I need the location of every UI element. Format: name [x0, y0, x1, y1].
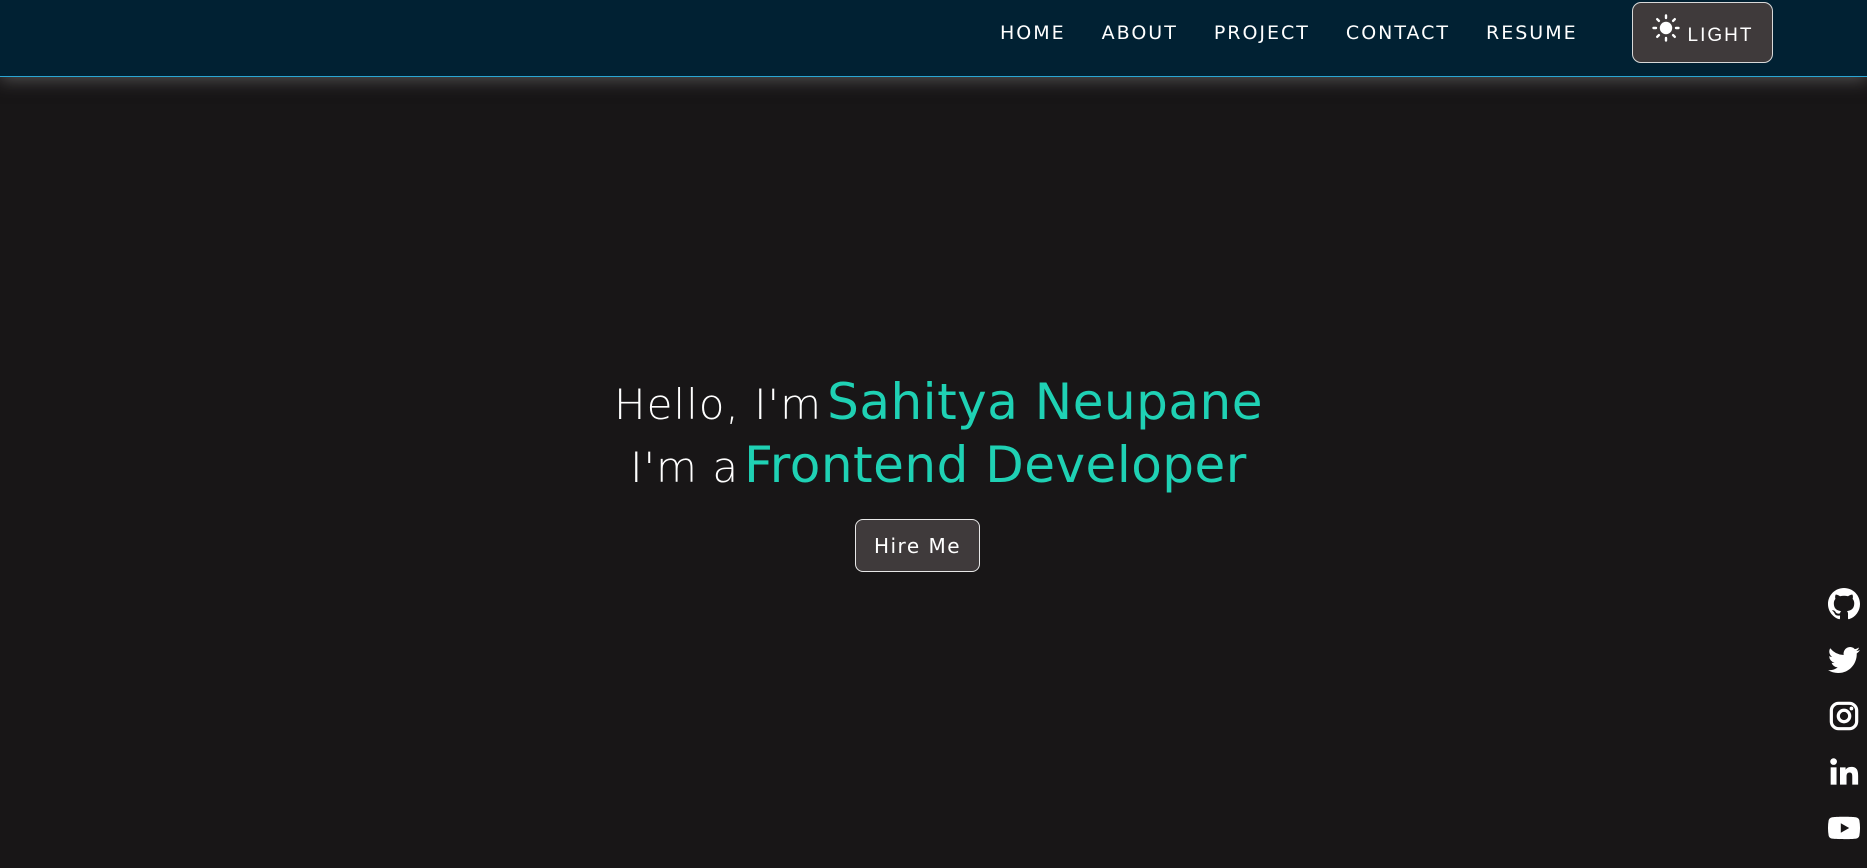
instagram-icon[interactable] [1828, 700, 1860, 732]
hero-role: Frontend Developer [744, 436, 1247, 494]
hire-me-button[interactable]: Hire Me [855, 519, 980, 572]
greeting-text: Hello, I'm [614, 380, 823, 429]
sun-icon [1651, 13, 1680, 42]
hero-role-line: I'm a Frontend Developer [0, 436, 1867, 494]
social-links [1828, 588, 1862, 868]
nav-link-project[interactable]: PROJECT [1214, 22, 1310, 44]
youtube-icon[interactable] [1828, 812, 1860, 844]
nav-link-home[interactable]: HOME [1000, 22, 1066, 44]
nav-link-contact[interactable]: CONTACT [1346, 22, 1450, 44]
role-prefix-text: I'm a [630, 443, 740, 492]
twitter-icon[interactable] [1828, 644, 1860, 676]
nav-link-resume[interactable]: RESUME [1486, 22, 1578, 44]
hero-name: Sahitya Neupane [827, 373, 1263, 431]
hero-section: Hello, I'm Sahitya Neupane I'm a Fronten… [0, 77, 1867, 856]
nav-links: HOME ABOUT PROJECT CONTACT RESUME [1000, 0, 1578, 66]
theme-toggle-label: LIGHT [1687, 24, 1754, 46]
navbar: HOME ABOUT PROJECT CONTACT RESUME LIGHT [0, 0, 1867, 77]
nav-link-about[interactable]: ABOUT [1102, 22, 1178, 44]
github-icon[interactable] [1828, 588, 1860, 620]
theme-toggle-button[interactable]: LIGHT [1632, 2, 1773, 63]
linkedin-icon[interactable] [1828, 756, 1860, 788]
hero-greeting-line: Hello, I'm Sahitya Neupane [0, 373, 1867, 431]
